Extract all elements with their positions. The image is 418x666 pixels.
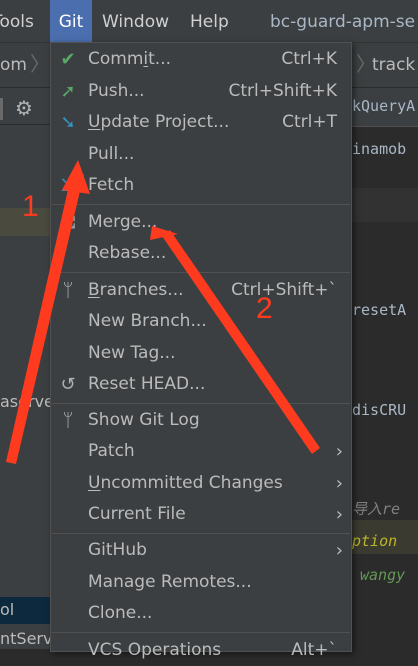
menu-item-patch[interactable]: Patch › (51, 436, 351, 467)
menu-separator (52, 533, 350, 534)
menu-item-fetch[interactable]: ⇲ Fetch (51, 170, 351, 201)
menu-item-update-project[interactable]: ➘ Update Project... Ctrl+T (51, 107, 351, 138)
menu-separator (52, 272, 350, 273)
code-line: resetA (352, 301, 407, 319)
editor-area (352, 88, 418, 649)
code-doc: wangy (360, 566, 406, 584)
menu-item-manage-remotes[interactable]: Manage Remotes... (51, 567, 351, 598)
chevron-right-icon: › (335, 540, 343, 561)
menu-item-new-tag[interactable]: New Tag... (51, 338, 351, 369)
menu-item-pull[interactable]: Pull... (51, 139, 351, 170)
mnemonic: U (88, 473, 101, 493)
menu-bar: Tools Git Window Help bc-guard-apm-se (0, 0, 418, 43)
code-highlight-band (352, 188, 418, 222)
label: Patch (88, 441, 135, 461)
branch-icon: ᛘ (62, 280, 74, 301)
tree-item-serve[interactable]: aserve (0, 392, 54, 411)
label: VCS Operations (88, 640, 222, 660)
menu-item-current-file[interactable]: Current File › (51, 499, 351, 530)
breadcrumb-separator-icon: 〉 (30, 52, 50, 76)
push-arrow-icon: ➚ (60, 81, 76, 102)
label: Pull... (88, 144, 135, 164)
fetch-icon: ⇲ (60, 175, 76, 196)
tree-item-ntserv[interactable]: ntServ (0, 629, 52, 648)
mnemonic: B (88, 280, 100, 300)
editor-tab-label: kQueryA (352, 97, 416, 115)
shortcut: Alt+` (291, 640, 337, 660)
menu-item-show-git-log[interactable]: ᛘ Show Git Log (51, 405, 351, 436)
shortcut: Ctrl+Shift+` (231, 280, 337, 300)
label: Manage Remotes... (88, 572, 252, 592)
label: Fetch (88, 175, 135, 195)
chevron-right-icon: › (335, 441, 343, 462)
window-title: bc-guard-apm-se (270, 12, 416, 32)
menu-item-merge[interactable]: ⤨ Merge... (51, 207, 351, 238)
gear-icon[interactable]: ⚙ (12, 96, 36, 120)
menu-separator (52, 403, 350, 404)
label: t... (148, 49, 172, 69)
menu-window[interactable]: Window (102, 0, 169, 42)
label: Clone... (88, 603, 153, 623)
menu-item-vcs-operations[interactable]: VCS Operations Alt+` (51, 635, 351, 666)
label: pdate Project... (100, 112, 230, 132)
code-line: disCRU (352, 401, 407, 419)
label: Comm (88, 49, 144, 69)
breadcrumb-left[interactable]: om (0, 43, 27, 87)
menu-tools[interactable]: Tools (0, 0, 34, 42)
label: Current File (88, 504, 186, 524)
label: Show Git Log (88, 410, 200, 430)
menu-item-new-branch[interactable]: New Branch... (51, 306, 351, 337)
label: New Tag... (88, 343, 176, 363)
chevron-right-icon: › (335, 473, 343, 494)
breadcrumb-right[interactable]: track (372, 43, 415, 87)
menu-item-rebase[interactable]: Rebase... (51, 238, 351, 269)
menu-git[interactable]: Git (50, 0, 92, 42)
menu-item-clone[interactable]: Clone... (51, 598, 351, 629)
code-line: inamob (352, 140, 407, 158)
code-annotation: ption (352, 532, 398, 550)
git-menu: ✔ Commit... Ctrl+K ➚ Push... Ctrl+Shift+… (50, 42, 352, 660)
label: New Branch... (88, 311, 207, 331)
update-arrow-icon: ➘ (60, 112, 76, 133)
label: Merge... (88, 212, 158, 232)
highlighted-tree-row[interactable] (0, 208, 52, 236)
menu-item-push[interactable]: ➚ Push... Ctrl+Shift+K (51, 76, 351, 107)
checkmark-icon: ✔ (60, 49, 76, 70)
tree-item-ol[interactable]: ol (0, 600, 14, 619)
menu-item-uncommitted-changes[interactable]: Uncommitted Changes › (51, 468, 351, 499)
merge-icon: ⤨ (60, 212, 76, 233)
label: Push... (88, 81, 145, 101)
label: GitHub (88, 540, 147, 560)
menu-item-reset-head[interactable]: ↺ Reset HEAD... (51, 369, 351, 400)
shortcut: Ctrl+T (282, 112, 337, 132)
menu-item-github[interactable]: GitHub › (51, 535, 351, 566)
branch-icon: ᛘ (62, 410, 74, 431)
undo-icon: ↺ (60, 374, 76, 395)
shortcut: Ctrl+K (281, 49, 337, 69)
label: Rebase... (88, 243, 167, 263)
shortcut: Ctrl+Shift+K (228, 81, 337, 101)
chevron-right-icon: › (335, 504, 343, 525)
toolbar-divider (0, 98, 3, 120)
label: ranches... (99, 280, 184, 300)
label: Reset HEAD... (88, 374, 206, 394)
breadcrumb-separator-icon: 〉 (356, 52, 376, 76)
menu-help[interactable]: Help (190, 0, 229, 42)
menu-separator (52, 204, 350, 205)
menu-item-commit[interactable]: ✔ Commit... Ctrl+K (51, 44, 351, 75)
project-tool-window (0, 88, 52, 649)
code-comment: 导入re (352, 500, 401, 518)
menu-item-branches[interactable]: ᛘ Branches... Ctrl+Shift+` (51, 275, 351, 306)
menu-separator (52, 632, 350, 633)
mnemonic: U (88, 112, 101, 132)
label: ncommitted Changes (100, 473, 283, 493)
